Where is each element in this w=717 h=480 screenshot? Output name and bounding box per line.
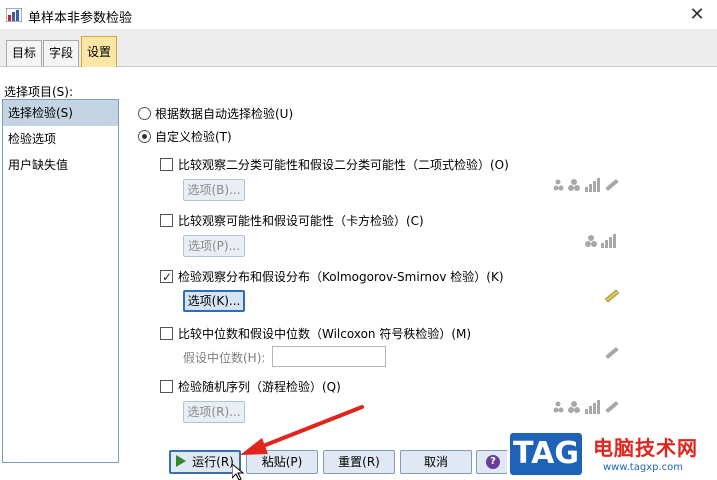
watermark-url: www.tagxp.com: [603, 462, 683, 473]
annotation-arrow: [240, 405, 364, 455]
watermark: TAG 电脑技术网 www.tagxp.com: [507, 428, 717, 480]
mouse-cursor-icon: [232, 464, 244, 480]
watermark-site-name: 电脑技术网: [593, 436, 698, 460]
watermark-tag-logo: TAG: [507, 430, 585, 478]
